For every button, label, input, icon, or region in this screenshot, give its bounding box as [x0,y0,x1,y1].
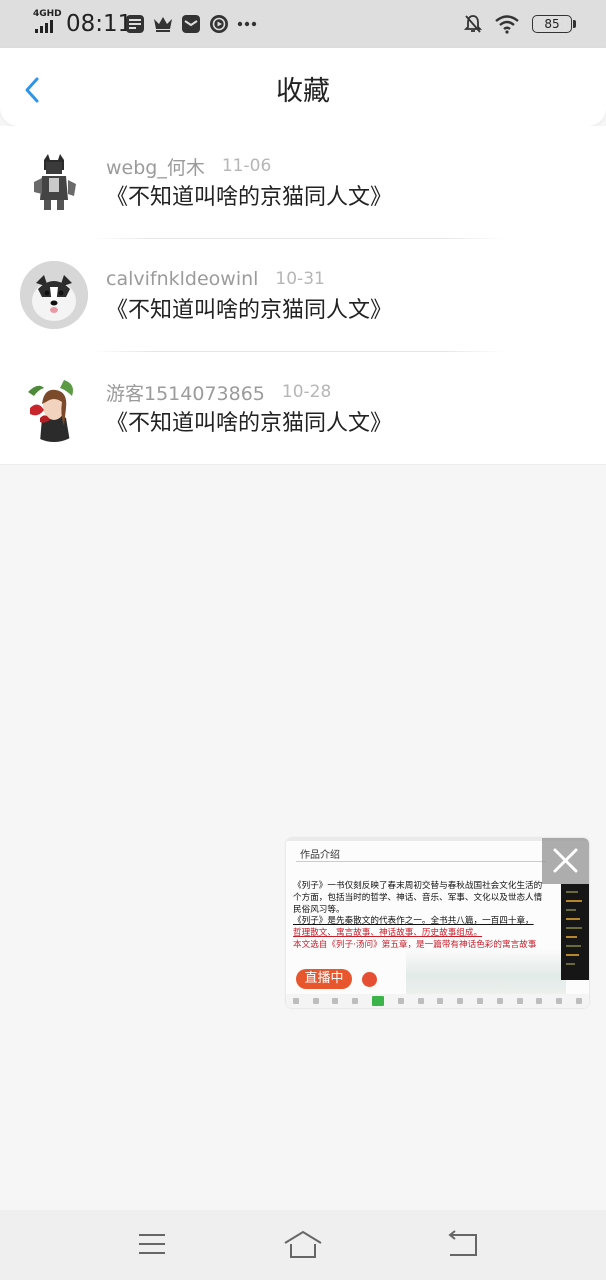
avatar [20,261,88,329]
avatar [20,148,88,216]
ink-landscape-background [406,948,566,994]
signal-icon [35,20,53,33]
clock: 08:11 [66,11,133,37]
home-icon [284,1230,322,1258]
slide-line: 《列子》一书仅刻反映了春末周初交替与春秋战国社会文化生活的 [293,881,543,891]
side-panel [561,884,589,980]
mute-bell-icon [464,15,482,33]
wifi-icon [495,15,519,34]
list-item[interactable]: calvifnkldeowinl 10-31 《不知道叫啥的京猫同人文》 [0,239,606,352]
slide-rule [296,861,546,862]
status-bar: 4GHD 08:11 85 [0,0,606,48]
avatar [20,374,88,442]
avatar-image [20,374,88,442]
item-title: 《不知道叫啥的京猫同人文》 [106,411,393,436]
slide-line: 个方面，包括当时的哲学、神话、音乐、军事、文化以及世态人情 [293,892,543,903]
mail-icon [182,15,200,33]
slide-toolbar [286,994,589,1008]
back-icon [448,1230,477,1256]
back-nav-button[interactable] [442,1229,482,1261]
avatar-image [20,148,88,216]
menu-button[interactable] [132,1229,172,1261]
item-title: 《不知道叫啥的京猫同人文》 [106,185,393,210]
crown-icon [154,17,172,32]
slide-heading: 作品介绍 [300,850,340,861]
slide-line: 民俗风习等。 [293,904,345,915]
home-button[interactable] [283,1229,323,1261]
list-item[interactable]: webg_何木 11-06 《不知道叫啥的京猫同人文》 [0,126,606,239]
username: 游客1514073865 [106,382,265,405]
more-icon [237,21,257,27]
username: webg_何木 [106,156,205,179]
date: 10-31 [275,269,325,289]
battery-icon: 85 [532,15,576,33]
close-button[interactable] [542,838,589,884]
live-stream-window[interactable]: 作品介绍 《列子》一书仅刻反映了春末周初交替与春秋战国社会文化生活的 个方面，包… [286,838,589,1008]
date: 11-06 [221,156,272,176]
sim-card-icon [126,15,144,33]
close-icon [553,848,578,873]
record-dot-icon [362,972,377,987]
page-title: 收藏 [276,76,330,107]
item-title: 《不知道叫啥的京猫同人文》 [106,298,393,323]
date: 10-28 [281,382,332,402]
live-badge: 直播中 [296,969,352,989]
favorites-list: webg_何木 11-06 《不知道叫啥的京猫同人文》 calvifnkldeo… [0,126,606,465]
avatar-image [20,261,88,329]
slide-text: 《列子》一书仅刻反映了春末周初交替与春秋战国社会文化生活的 个方面，包括当时的哲… [293,881,573,952]
list-item[interactable]: 游客1514073865 10-28 《不知道叫啥的京猫同人文》 [0,352,606,465]
system-icons: 85 [464,12,576,36]
divider [0,464,606,465]
slide-line: 《列子》是先秦散文的代表作之一。全书共八篇，一百四十章， [293,916,534,927]
network-type: 4GHD [33,9,62,19]
username: calvifnkldeowinl [106,268,259,290]
system-nav-bar [0,1210,606,1280]
notification-icons [125,13,257,35]
app-header: 收藏 [0,48,606,126]
menu-icon [139,1234,165,1254]
play-icon [210,15,228,33]
slide-line: 哲理散文、寓言故事、神话故事、历史故事组成。 [293,928,483,939]
